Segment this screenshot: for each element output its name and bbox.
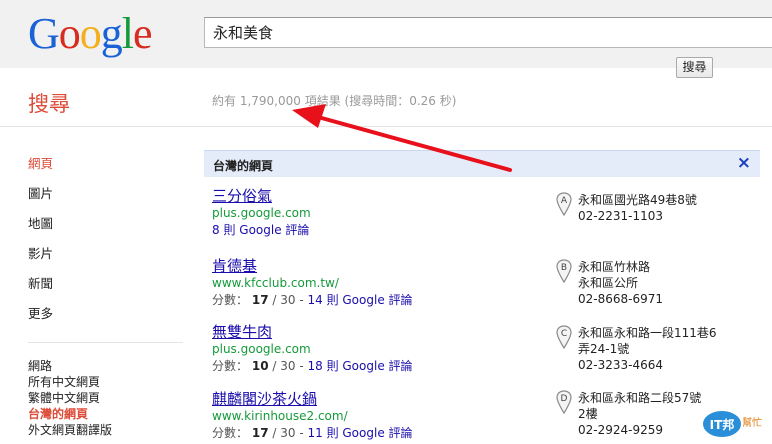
watermark-subtext: 幫忙 [742, 416, 762, 429]
it-help-watermark: IT邦 幫忙 [700, 400, 768, 440]
watermark-text: IT邦 [710, 417, 735, 432]
annotation-arrow [292, 104, 512, 172]
